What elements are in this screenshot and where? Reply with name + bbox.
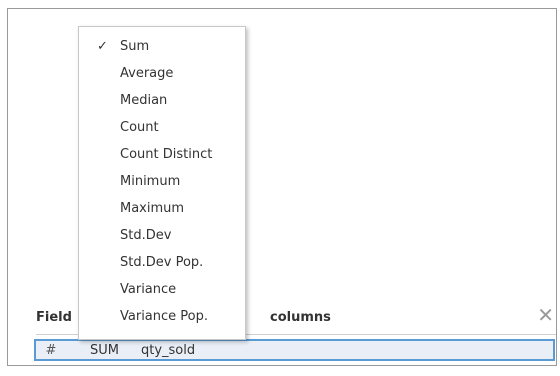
menu-item-label: Count bbox=[120, 120, 159, 135]
field-title: Field bbox=[36, 310, 72, 325]
menu-item-sum[interactable]: ✓ Sum bbox=[79, 33, 245, 60]
menu-item-label: Median bbox=[120, 93, 168, 108]
checkmark-icon: ✓ bbox=[97, 39, 108, 54]
menu-item-std-dev[interactable]: Std.Dev bbox=[79, 222, 245, 249]
menu-item-label: Std.Dev bbox=[120, 228, 172, 243]
columns-title: columns bbox=[270, 310, 331, 325]
number-type-icon: # bbox=[45, 342, 57, 358]
menu-item-label: Variance bbox=[120, 282, 177, 297]
field-name: qty_sold bbox=[140, 342, 196, 358]
field-pill[interactable]: # SUM qty_sold bbox=[34, 339, 555, 361]
close-icon[interactable]: ✕ bbox=[537, 305, 554, 325]
menu-item-label: Minimum bbox=[120, 174, 181, 189]
aggregation-menu: ✓ Sum Average Median Count Count Distinc… bbox=[78, 26, 246, 340]
menu-item-variance-pop[interactable]: Variance Pop. bbox=[79, 303, 245, 330]
menu-item-label: Maximum bbox=[120, 201, 185, 216]
menu-item-minimum[interactable]: Minimum bbox=[79, 168, 245, 195]
menu-item-label: Average bbox=[120, 66, 174, 81]
menu-item-label: Variance Pop. bbox=[120, 309, 209, 324]
menu-item-label: Sum bbox=[120, 39, 150, 54]
menu-item-label: Count Distinct bbox=[120, 147, 213, 162]
menu-item-variance[interactable]: Variance bbox=[79, 276, 245, 303]
menu-item-count-distinct[interactable]: Count Distinct bbox=[79, 141, 245, 168]
menu-item-label: Std.Dev Pop. bbox=[120, 255, 204, 270]
menu-item-median[interactable]: Median bbox=[79, 87, 245, 114]
menu-item-count[interactable]: Count bbox=[79, 114, 245, 141]
menu-item-std-dev-pop[interactable]: Std.Dev Pop. bbox=[79, 249, 245, 276]
menu-item-maximum[interactable]: Maximum bbox=[79, 195, 245, 222]
aggregation-label: SUM bbox=[90, 342, 119, 358]
menu-item-average[interactable]: Average bbox=[79, 60, 245, 87]
